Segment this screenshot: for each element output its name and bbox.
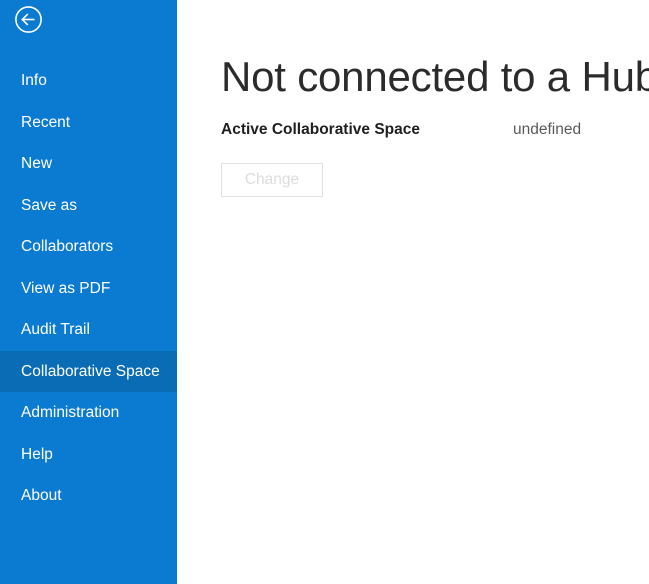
change-button[interactable]: Change <box>221 163 323 197</box>
sidebar-item-about[interactable]: About <box>0 475 177 517</box>
sidebar-item-view-as-pdf[interactable]: View as PDF <box>0 268 177 310</box>
page-title: Not connected to a Hub <box>221 53 649 100</box>
sidebar-nav: Info Recent New Save as Collaborators Vi… <box>0 60 177 517</box>
active-collaborative-space-label: Active Collaborative Space <box>221 121 420 138</box>
sidebar-item-new[interactable]: New <box>0 143 177 185</box>
sidebar-item-collaborative-space[interactable]: Collaborative Space <box>0 350 177 392</box>
backstage-screen: Info Recent New Save as Collaborators Vi… <box>0 0 649 584</box>
active-collaborative-space-value: undefined <box>513 121 582 138</box>
sidebar-item-info[interactable]: Info <box>0 60 177 102</box>
active-collaborative-space-row: Active Collaborative Space undefined <box>221 121 621 141</box>
sidebar-item-save-as[interactable]: Save as <box>0 185 177 227</box>
sidebar-item-audit-trail[interactable]: Audit Trail <box>0 309 177 351</box>
sidebar-item-collaborators[interactable]: Collaborators <box>0 226 177 268</box>
sidebar-item-administration[interactable]: Administration <box>0 392 177 434</box>
sidebar: Info Recent New Save as Collaborators Vi… <box>0 0 177 584</box>
back-button[interactable] <box>14 5 43 34</box>
sidebar-item-help[interactable]: Help <box>0 434 177 476</box>
back-arrow-circle-icon <box>14 5 43 34</box>
main-content: Not connected to a Hub Active Collaborat… <box>177 0 649 584</box>
sidebar-item-recent[interactable]: Recent <box>0 102 177 144</box>
